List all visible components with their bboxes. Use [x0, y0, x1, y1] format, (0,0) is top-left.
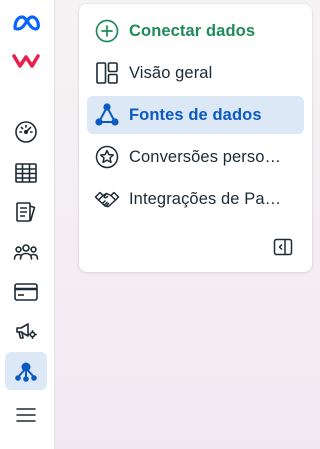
menu-item-overview[interactable]: Visão geral [87, 54, 304, 92]
menu-item-connect-data[interactable]: Conectar dados [87, 12, 304, 50]
handshake-icon [94, 186, 120, 212]
left-nav-rail [0, 0, 55, 449]
data-sources-icon [94, 102, 120, 128]
menu-item-data-sources[interactable]: Fontes de dados [87, 96, 304, 134]
menu-item-label: Conversões perso… [129, 147, 282, 166]
meta-logo-icon[interactable] [5, 4, 47, 42]
dashboard-gauge-icon[interactable] [5, 113, 47, 151]
data-sources-icon[interactable] [5, 352, 47, 390]
menu-item-label: Fontes de dados [129, 105, 262, 124]
data-sources-flyout-panel: Conectar dados Visão geral Fontes de dad… [79, 4, 312, 272]
menu-hamburger-icon[interactable] [5, 396, 47, 434]
menu-item-partner-integrations[interactable]: Integrações de Pa… [87, 180, 304, 218]
menu-item-custom-conversions[interactable]: Conversões perso… [87, 138, 304, 176]
overview-layout-icon [94, 60, 120, 86]
plus-circle-icon [94, 18, 120, 44]
menu-item-label: Visão geral [129, 63, 213, 82]
megaphone-settings-icon[interactable] [5, 312, 47, 350]
documents-icon[interactable] [5, 193, 47, 231]
brand-logo-icon[interactable] [5, 42, 47, 80]
credit-card-icon[interactable] [5, 273, 47, 311]
star-badge-icon [94, 144, 120, 170]
collapse-panel-icon[interactable] [272, 236, 294, 258]
table-grid-icon[interactable] [5, 154, 47, 192]
audience-people-icon[interactable] [5, 233, 47, 271]
menu-item-label: Conectar dados [129, 21, 256, 40]
menu-item-label: Integrações de Pa… [129, 189, 282, 208]
